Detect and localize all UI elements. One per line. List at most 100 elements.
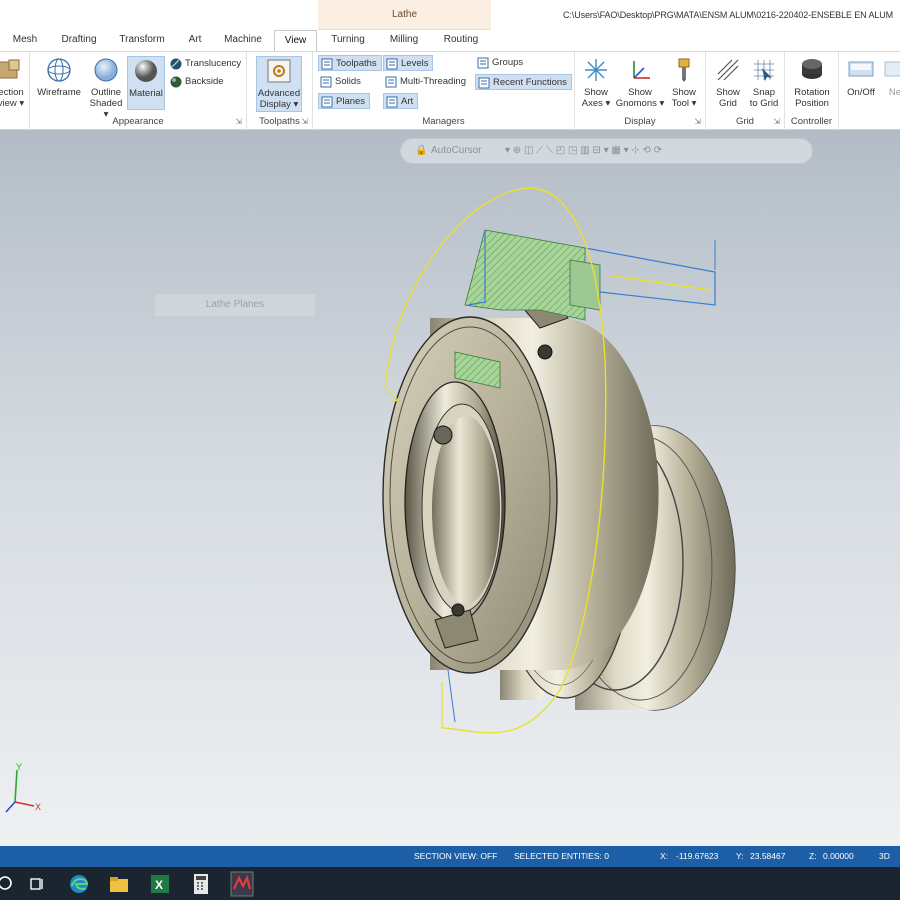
search-icon[interactable]	[0, 871, 20, 897]
tab-milling[interactable]: Milling	[380, 30, 428, 52]
selected-entities-status[interactable]: SELECTED ENTITIES: 0	[514, 851, 609, 861]
axis-y-label: Y	[16, 762, 22, 772]
tab-mesh[interactable]: Mesh	[4, 30, 46, 52]
toolpaths-launcher-icon[interactable]: ⇲	[301, 117, 308, 126]
section-view-icon	[0, 59, 20, 79]
multi-threading-button[interactable]: Multi-Threading	[383, 74, 466, 90]
y-coord-label: Y:	[736, 851, 744, 861]
wireframe-icon	[47, 58, 71, 82]
rotation-position-button[interactable]: Rotation Position	[789, 56, 835, 109]
tab-machine[interactable]: Machine	[218, 30, 268, 52]
controller-group-label: Controller	[790, 116, 833, 127]
solids-manager-button[interactable]: Solids	[318, 74, 361, 90]
multi-threading-icon	[385, 76, 397, 88]
show-gnomons-label-2: Gnomons ▾	[615, 98, 665, 109]
rotation-position-icon	[802, 59, 822, 79]
tab-drafting[interactable]: Drafting	[52, 30, 106, 52]
toolpaths-manager-label: Toolpaths	[336, 58, 377, 69]
show-axes-button[interactable]: Show Axes ▾	[579, 56, 613, 109]
context-group-label: Lathe	[391, 9, 418, 20]
wireframe-button[interactable]: Wireframe	[34, 56, 84, 98]
show-axes-label-2: Axes ▾	[581, 98, 611, 109]
tab-turning[interactable]: Turning	[322, 30, 374, 52]
toolpaths-group: Advanced Display ▾ Toolpaths ⇲	[247, 52, 313, 130]
show-gnomons-button[interactable]: Show Gnomons ▾	[615, 56, 665, 109]
solids-manager-icon	[320, 76, 332, 88]
show-axes-label-1: Show	[584, 87, 608, 98]
planes-manager-icon	[321, 96, 333, 108]
solids-manager-label: Solids	[335, 76, 361, 87]
controller-group: Rotation Position Controller	[785, 52, 839, 130]
z-coord-value: 0.00000	[823, 851, 854, 861]
show-tool-label-1: Show	[672, 87, 696, 98]
appearance-group: Wireframe Outline Shaded ▾ Material Tran…	[30, 52, 247, 130]
section-view-status[interactable]: SECTION VIEW: OFF	[414, 851, 497, 861]
part-model[interactable]: Y X	[0, 130, 900, 846]
material-sphere-icon	[135, 60, 157, 82]
edge-browser-icon[interactable]	[66, 871, 92, 897]
recent-functions-icon	[478, 77, 490, 89]
file-explorer-icon[interactable]	[106, 871, 132, 897]
groups-manager-button[interactable]: Groups	[475, 55, 523, 71]
section-view-line1: ection	[0, 87, 24, 98]
rotation-label-2: Position	[795, 98, 829, 109]
groups-manager-label: Groups	[492, 57, 524, 68]
tab-transform[interactable]: Transform	[112, 30, 172, 52]
next-button-partial[interactable]: Ne	[883, 56, 900, 98]
planes-manager-button[interactable]: Planes	[318, 93, 371, 109]
display-launcher-icon[interactable]: ⇲	[694, 117, 701, 126]
task-view-icon[interactable]	[24, 871, 50, 897]
show-gnomons-icon	[633, 61, 650, 79]
z-coord-label: Z:	[809, 851, 817, 861]
advanced-display-icon	[267, 59, 291, 83]
levels-manager-button[interactable]: Levels	[383, 55, 434, 71]
extra-group: On/Off Ne	[839, 52, 900, 130]
snap-to-grid-button[interactable]: Snap to Grid	[746, 56, 782, 109]
windows-taskbar: X	[0, 867, 900, 900]
recent-functions-button[interactable]: Recent Functions	[475, 74, 572, 90]
title-bar: Lathe C:\Users\FAO\Desktop\PRG\MATA\ENSM…	[0, 0, 900, 52]
groups-manager-icon	[477, 57, 489, 69]
view-mode-status[interactable]: 3D	[879, 851, 890, 861]
advanced-display-line1: Advanced	[257, 88, 301, 99]
art-manager-button[interactable]: Art	[383, 93, 419, 109]
display-group: Show Axes ▾ Show Gnomons ▾ Show Tool ▾ D…	[575, 52, 706, 130]
appearance-launcher-icon[interactable]: ⇲	[235, 117, 242, 126]
recent-functions-label: Recent Functions	[493, 77, 567, 88]
multi-threading-label: Multi-Threading	[400, 76, 466, 87]
outline-shaded-button[interactable]: Outline Shaded ▾	[86, 56, 126, 120]
appearance-group-label: Appearance	[112, 116, 164, 127]
section-view-button[interactable]: ection view ▾	[0, 56, 28, 109]
show-axes-icon	[585, 59, 607, 81]
excel-icon[interactable]: X	[147, 871, 173, 897]
calculator-icon[interactable]	[188, 871, 214, 897]
svg-text:X: X	[155, 878, 163, 892]
graphics-viewport[interactable]: 🔒 AutoCursor ▾ ⊕ ◫ ⟋ ⟍ ◰ ◳ ▥ ⊟ ▾ ▦ ▾ ⊹ ⟲…	[0, 130, 900, 846]
show-tool-icon	[678, 58, 690, 82]
on-off-button[interactable]: On/Off	[841, 56, 881, 98]
material-button[interactable]: Material	[127, 56, 165, 110]
section-view-line2: view ▾	[0, 98, 25, 109]
tab-view[interactable]: View	[274, 30, 317, 52]
show-grid-button[interactable]: Show Grid	[710, 56, 746, 109]
show-tool-button[interactable]: Show Tool ▾	[666, 56, 702, 109]
show-tool-label-2: Tool ▾	[671, 98, 697, 109]
tab-art[interactable]: Art	[180, 30, 210, 52]
toolpaths-manager-button[interactable]: Toolpaths	[318, 55, 382, 71]
backside-icon	[170, 76, 182, 88]
tab-routing[interactable]: Routing	[436, 30, 486, 52]
mastercam-app-icon[interactable]	[229, 871, 255, 897]
set-screw	[433, 425, 453, 445]
section-hatch-top	[464, 229, 586, 321]
show-grid-label-1: Show	[716, 87, 740, 98]
translucency-label: Translucency	[185, 58, 242, 69]
snap-grid-label-2: to Grid	[749, 98, 779, 109]
outline-label-1: Outline	[90, 87, 122, 98]
advanced-display-button[interactable]: Advanced Display ▾	[256, 56, 302, 112]
section-view-group: ection view ▾	[0, 52, 30, 130]
material-label: Material	[129, 88, 163, 99]
backside-button[interactable]: Backside	[168, 74, 224, 90]
grid-launcher-icon[interactable]: ⇲	[773, 117, 780, 126]
next-partial-label: Ne	[888, 87, 900, 98]
translucency-button[interactable]: Translucency	[168, 56, 241, 72]
